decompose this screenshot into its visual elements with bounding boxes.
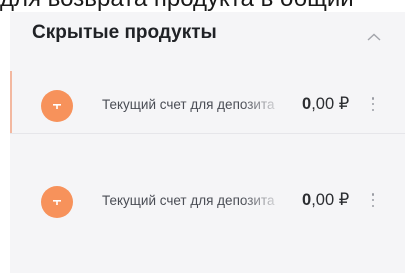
- product-balance: 0,00 ₽: [302, 191, 350, 209]
- product-balance: 0,00 ₽: [302, 95, 350, 113]
- collapse-button[interactable]: [364, 27, 384, 47]
- deposit-icon: [41, 90, 73, 122]
- top-text: для возврата продукта в общий: [0, 0, 354, 12]
- page-top-text: для возврата продукта в общий: [0, 0, 405, 12]
- currency-symbol: ₽: [338, 191, 350, 209]
- hidden-products-header[interactable]: Скрытые продукты: [10, 12, 405, 64]
- row-divider: [10, 133, 405, 134]
- chevron-up-icon: [367, 33, 381, 41]
- deposit-icon: [41, 186, 73, 218]
- panel-title: Скрытые продукты: [32, 22, 217, 43]
- product-row[interactable]: Текущий счет для депозита 0,00 ₽: [10, 71, 405, 133]
- hidden-products-panel: Скрытые продукты Текущий счет для депози…: [10, 12, 405, 273]
- more-vertical-icon[interactable]: [368, 95, 378, 113]
- currency-symbol: ₽: [338, 95, 350, 113]
- product-row[interactable]: Текущий счет для депозита 0,00 ₽: [10, 167, 405, 229]
- more-vertical-icon[interactable]: [368, 191, 378, 209]
